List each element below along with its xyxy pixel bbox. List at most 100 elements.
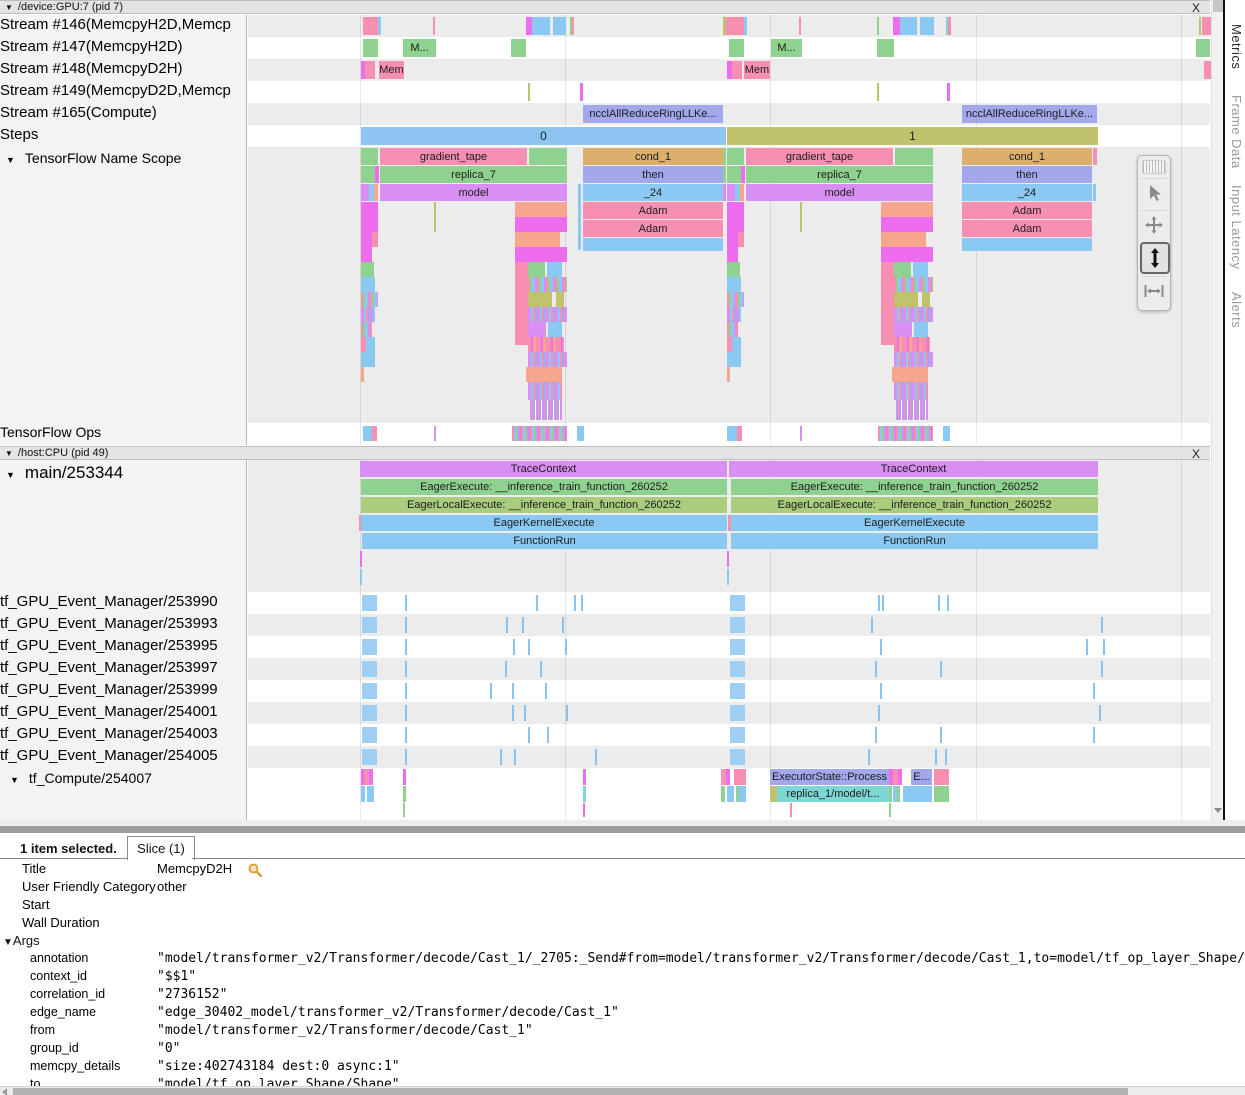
track-collapse-icon[interactable]: ▼ bbox=[6, 470, 15, 480]
trace-event[interactable] bbox=[374, 184, 378, 201]
trace-event[interactable] bbox=[800, 202, 802, 232]
trace-event[interactable] bbox=[1101, 661, 1103, 677]
trace-event[interactable] bbox=[940, 661, 942, 677]
scroll-left-arrow-icon[interactable] bbox=[2, 1088, 7, 1095]
trace-event[interactable] bbox=[361, 307, 375, 322]
trace-event[interactable] bbox=[934, 769, 949, 785]
trace-event[interactable] bbox=[547, 262, 562, 277]
trace-event[interactable] bbox=[583, 803, 585, 817]
trace-event[interactable] bbox=[532, 17, 550, 35]
trace-event[interactable] bbox=[730, 683, 745, 699]
trace-event[interactable] bbox=[403, 769, 406, 785]
trace-event[interactable] bbox=[730, 617, 745, 633]
trace-event[interactable] bbox=[790, 803, 792, 817]
gpu-close-button[interactable]: X bbox=[1192, 1, 1200, 15]
trace-event[interactable] bbox=[581, 595, 583, 611]
trace-event-_24[interactable]: _24 bbox=[962, 184, 1092, 201]
trace-event[interactable] bbox=[572, 17, 574, 35]
trace-event[interactable] bbox=[770, 786, 777, 802]
trace-event[interactable] bbox=[1101, 617, 1103, 633]
trace-event[interactable] bbox=[727, 786, 734, 802]
trace-event[interactable] bbox=[434, 426, 436, 441]
trace-event[interactable] bbox=[881, 217, 933, 232]
slice-tab[interactable]: Slice (1) bbox=[127, 836, 195, 860]
trace-event[interactable] bbox=[938, 595, 940, 611]
trace-event[interactable] bbox=[363, 426, 372, 441]
trace-event[interactable] bbox=[515, 202, 567, 217]
trace-event[interactable] bbox=[723, 148, 726, 165]
trace-event[interactable] bbox=[361, 184, 369, 201]
trace-event[interactable] bbox=[877, 39, 894, 57]
trace-event[interactable] bbox=[405, 705, 407, 721]
trace-event[interactable] bbox=[1202, 17, 1211, 35]
trace-event[interactable] bbox=[889, 803, 891, 817]
trace-event-e-[interactable]: E... bbox=[911, 769, 932, 785]
trace-event-eagerkernelexecute[interactable]: EagerKernelExecute bbox=[731, 515, 1098, 531]
trace-event[interactable] bbox=[892, 367, 928, 382]
trace-event-ncclallreduceringllke-[interactable]: ncclAllReduceRingLLKe... bbox=[583, 105, 723, 123]
trace-event[interactable] bbox=[565, 639, 567, 655]
trace-event[interactable] bbox=[737, 426, 742, 441]
trace-event[interactable] bbox=[727, 277, 741, 292]
trace-event-eagerkernelexecute[interactable]: EagerKernelExecute bbox=[361, 515, 727, 531]
zoom-tool-button[interactable] bbox=[1140, 242, 1170, 274]
trace-event[interactable] bbox=[727, 148, 744, 165]
trace-event[interactable] bbox=[365, 61, 375, 79]
trace-event[interactable] bbox=[739, 786, 746, 802]
trace-event[interactable] bbox=[361, 786, 365, 802]
trace-event-1[interactable]: 1 bbox=[727, 127, 1098, 145]
trace-event[interactable] bbox=[1093, 727, 1095, 743]
trace-event-replica_7[interactable]: replica_7 bbox=[746, 166, 933, 183]
trace-event[interactable] bbox=[553, 17, 566, 35]
trace-event[interactable] bbox=[540, 661, 542, 677]
trace-event-then[interactable]: then bbox=[962, 166, 1092, 183]
trace-event[interactable] bbox=[403, 786, 406, 802]
trace-event[interactable] bbox=[729, 39, 744, 57]
trace-event[interactable] bbox=[360, 569, 362, 585]
trace-event[interactable] bbox=[881, 247, 933, 262]
trace-event[interactable] bbox=[378, 17, 381, 35]
trace-event[interactable] bbox=[1204, 61, 1211, 79]
trace-event[interactable] bbox=[940, 727, 942, 743]
trace-event-functionrun[interactable]: FunctionRun bbox=[362, 533, 727, 549]
host-collapse-icon[interactable]: ▼ bbox=[5, 449, 13, 458]
trace-event[interactable] bbox=[1093, 184, 1096, 201]
trace-event[interactable] bbox=[730, 705, 745, 721]
trace-event[interactable] bbox=[361, 202, 378, 232]
trace-event-gradient_tape[interactable]: gradient_tape bbox=[746, 148, 893, 165]
side-tab-alerts[interactable]: Alerts bbox=[1227, 292, 1244, 328]
trace-event[interactable] bbox=[947, 83, 950, 101]
palette-drag-handle-icon[interactable] bbox=[1142, 160, 1166, 174]
side-tab-input-latency[interactable]: Input Latency bbox=[1227, 185, 1244, 270]
trace-event-executorstate-process[interactable]: ExecutorState::Process bbox=[770, 769, 889, 785]
trace-event-eagerexecute-__inference_train_function_260252[interactable]: EagerExecute: __inference_train_function… bbox=[361, 479, 727, 495]
trace-event[interactable] bbox=[894, 382, 928, 400]
trace-event[interactable] bbox=[1093, 683, 1095, 699]
trace-event[interactable] bbox=[898, 769, 902, 785]
trace-event[interactable] bbox=[528, 262, 545, 277]
trace-event[interactable] bbox=[556, 292, 564, 307]
trace-event[interactable] bbox=[433, 17, 435, 35]
trace-event[interactable] bbox=[738, 232, 744, 247]
trace-event[interactable] bbox=[580, 83, 583, 101]
trace-event[interactable] bbox=[529, 148, 567, 165]
trace-event[interactable] bbox=[943, 426, 950, 441]
trace-event[interactable] bbox=[506, 617, 508, 633]
trace-event[interactable] bbox=[868, 749, 870, 765]
trace-event-functionrun[interactable]: FunctionRun bbox=[731, 533, 1098, 549]
side-tab-metrics[interactable]: Metrics bbox=[1227, 24, 1244, 69]
trace-event-ncclallreduceringllke-[interactable]: ncclAllReduceRingLLKe... bbox=[962, 105, 1097, 123]
trace-event[interactable] bbox=[405, 661, 407, 677]
trace-event[interactable] bbox=[732, 61, 742, 79]
trace-event[interactable] bbox=[528, 382, 562, 400]
trace-event-_24[interactable]: _24 bbox=[583, 184, 723, 201]
trace-event[interactable] bbox=[881, 262, 894, 345]
trace-event[interactable] bbox=[583, 769, 586, 785]
trace-event[interactable] bbox=[362, 727, 377, 743]
selection-tool-button[interactable] bbox=[1140, 178, 1168, 208]
trace-event[interactable] bbox=[405, 749, 407, 765]
trace-event[interactable] bbox=[578, 184, 581, 250]
trace-event[interactable] bbox=[962, 238, 1092, 251]
trace-event[interactable] bbox=[726, 769, 730, 785]
trace-event-tracecontext[interactable]: TraceContext bbox=[729, 461, 1098, 477]
